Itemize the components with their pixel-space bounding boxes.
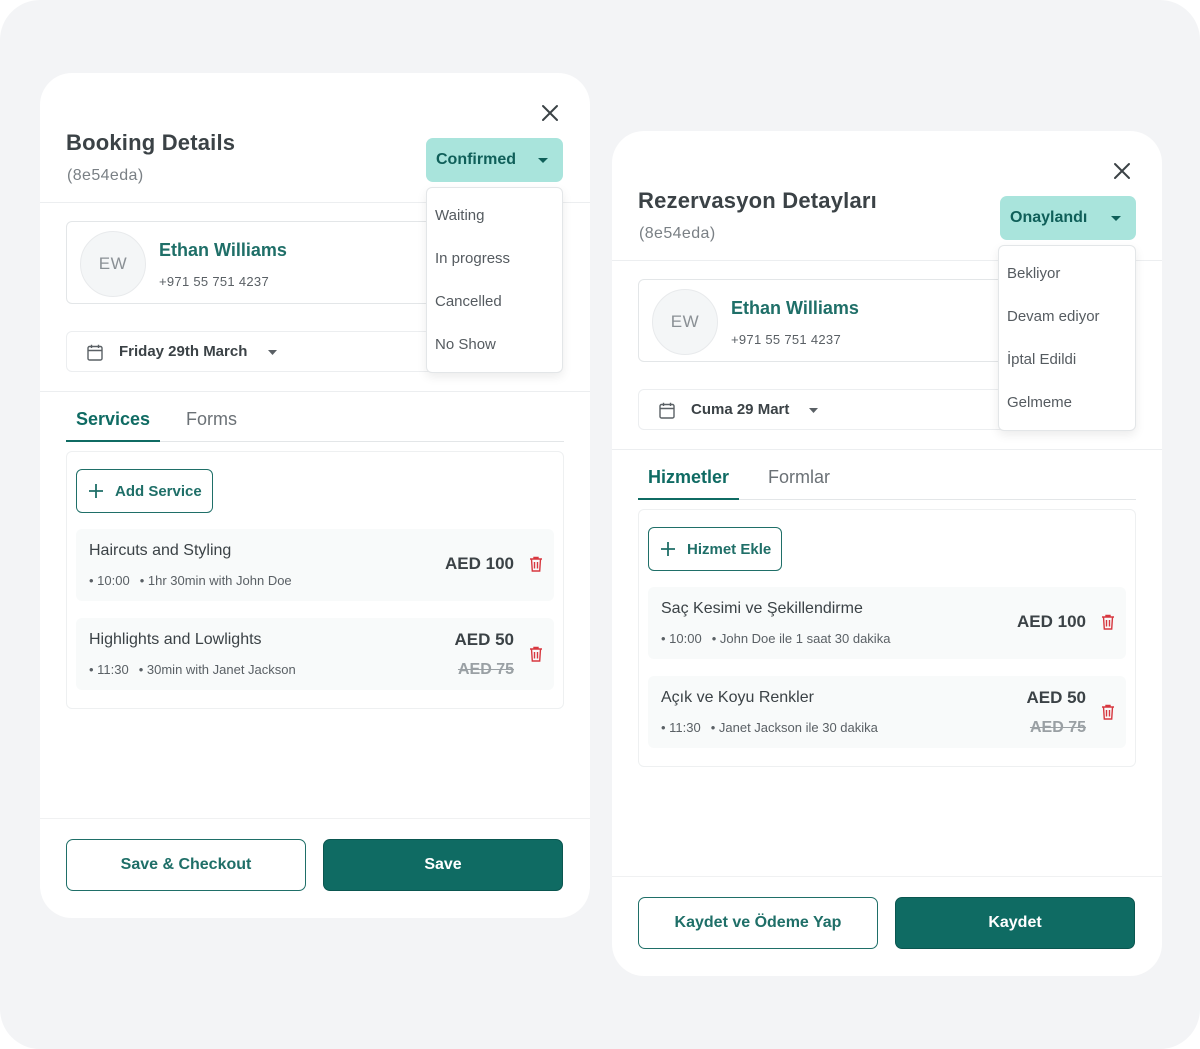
service-detail: • John Doe ile 1 saat 30 dakika (711, 631, 891, 646)
status-dropdown-button[interactable]: Confirmed (426, 138, 563, 182)
avatar: EW (80, 231, 146, 297)
service-name: Saç Kesimi ve Şekillendirme (661, 600, 863, 617)
tab-forms[interactable]: Formlar (758, 458, 840, 500)
status-option-cancelled[interactable]: Cancelled (427, 280, 562, 323)
status-option-waiting[interactable]: Waiting (427, 194, 562, 237)
trash-icon[interactable] (1101, 704, 1115, 720)
service-price: AED 100 (445, 554, 514, 573)
tab-services[interactable]: Hizmetler (638, 458, 740, 500)
date-picker[interactable]: Cuma 29 Mart (638, 389, 1058, 430)
service-time: • 10:00 (661, 631, 702, 646)
canvas: Booking Details (8e54eda) Confirmed Wait… (0, 0, 1200, 1049)
service-item[interactable]: Açık ve Koyu Renkler • 11:30 • Janet Jac… (648, 676, 1126, 748)
service-item[interactable]: Haircuts and Styling • 10:00 • 1hr 30min… (76, 529, 554, 601)
status-label: Confirmed (436, 151, 516, 168)
tab-forms[interactable]: Forms (176, 400, 247, 442)
service-name: Haircuts and Styling (89, 542, 232, 559)
trash-icon[interactable] (1101, 614, 1115, 630)
trash-icon[interactable] (529, 556, 543, 572)
client-card[interactable]: EW Ethan Williams +971 55 751 4237 (66, 221, 486, 304)
save-checkout-button[interactable]: Save & Checkout (66, 839, 306, 891)
client-name: Ethan Williams (731, 298, 859, 318)
service-name: Highlights and Lowlights (89, 631, 262, 648)
footer: Kaydet ve Ödeme Yap Kaydet (612, 876, 1162, 976)
booking-id: (8e54eda) (639, 225, 716, 242)
service-price: AED 50 (1026, 688, 1086, 707)
calendar-icon (659, 402, 675, 419)
booking-id: (8e54eda) (67, 167, 144, 184)
avatar: EW (652, 289, 718, 355)
service-original-price: AED 75 (1029, 719, 1086, 736)
divider (612, 449, 1162, 450)
service-meta: • 11:30 • Janet Jackson ile 30 dakika (661, 720, 878, 735)
calendar-icon (87, 344, 103, 361)
add-service-label: Add Service (115, 482, 202, 500)
services-list: Add Service Haircuts and Styling • 10:00… (66, 451, 564, 709)
caret-down-icon (809, 408, 818, 413)
service-name: Açık ve Koyu Renkler (661, 689, 814, 706)
service-price: AED 100 (1017, 612, 1086, 631)
service-original-price: AED 75 (457, 661, 514, 678)
services-list: Hizmet Ekle Saç Kesimi ve Şekillendirme … (638, 509, 1136, 767)
date-label: Cuma 29 Mart (691, 401, 790, 418)
client-phone: +971 55 751 4237 (731, 332, 841, 347)
page-title: Booking Details (66, 130, 236, 155)
service-time: • 11:30 (661, 720, 701, 735)
status-label: Onaylandı (1010, 209, 1088, 226)
save-button[interactable]: Kaydet (895, 897, 1135, 949)
divider (40, 391, 590, 392)
client-phone: +971 55 751 4237 (159, 274, 269, 289)
caret-down-icon (1111, 216, 1121, 221)
add-service-button[interactable]: Add Service (76, 469, 213, 513)
booking-details-panel-en: Booking Details (8e54eda) Confirmed Wait… (40, 73, 590, 918)
add-service-button[interactable]: Hizmet Ekle (648, 527, 783, 571)
service-time: • 11:30 (89, 662, 129, 677)
status-option-no-show[interactable]: Gelmeme (999, 381, 1135, 424)
client-name: Ethan Williams (159, 240, 287, 260)
status-option-no-show[interactable]: No Show (427, 323, 562, 366)
tab-services[interactable]: Services (66, 400, 161, 442)
tabs: Hizmetler Formlar (638, 458, 1136, 500)
date-picker[interactable]: Friday 29th March (66, 331, 486, 372)
client-card[interactable]: EW Ethan Williams +971 55 751 4237 (638, 279, 1058, 362)
service-price: AED 50 (454, 630, 514, 649)
page-title: Rezervasyon Detayları (638, 188, 877, 213)
status-dropdown-button[interactable]: Onaylandı (1000, 196, 1136, 240)
service-detail: • Janet Jackson ile 30 dakika (710, 720, 878, 735)
service-meta: • 10:00 • 1hr 30min with John Doe (89, 573, 292, 588)
close-icon[interactable] (1112, 161, 1132, 181)
close-icon[interactable] (540, 103, 560, 123)
date-label: Friday 29th March (119, 343, 248, 360)
plus-icon (89, 484, 103, 498)
status-option-in-progress[interactable]: Devam ediyor (999, 295, 1135, 338)
caret-down-icon (268, 350, 277, 355)
service-detail: • 1hr 30min with John Doe (139, 573, 292, 588)
status-option-cancelled[interactable]: İptal Edildi (999, 338, 1135, 381)
status-dropdown-menu: Bekliyor Devam ediyor İptal Edildi Gelme… (998, 245, 1136, 431)
plus-icon (661, 542, 675, 556)
trash-icon[interactable] (529, 646, 543, 662)
tabs: Services Forms (66, 400, 564, 442)
service-meta: • 10:00 • John Doe ile 1 saat 30 dakika (661, 631, 890, 646)
service-meta: • 11:30 • 30min with Janet Jackson (89, 662, 296, 677)
service-item[interactable]: Saç Kesimi ve Şekillendirme • 10:00 • Jo… (648, 587, 1126, 659)
add-service-label: Hizmet Ekle (687, 540, 772, 558)
status-option-waiting[interactable]: Bekliyor (999, 252, 1135, 295)
service-item[interactable]: Highlights and Lowlights • 11:30 • 30min… (76, 618, 554, 690)
status-option-in-progress[interactable]: In progress (427, 237, 562, 280)
status-dropdown-menu: Waiting In progress Cancelled No Show (426, 187, 563, 373)
booking-details-panel-tr: Rezervasyon Detayları (8e54eda) Onayland… (612, 131, 1162, 976)
footer: Save & Checkout Save (40, 818, 590, 918)
service-detail: • 30min with Janet Jackson (138, 662, 296, 677)
save-checkout-button[interactable]: Kaydet ve Ödeme Yap (638, 897, 878, 949)
caret-down-icon (538, 158, 548, 163)
service-time: • 10:00 (89, 573, 130, 588)
save-button[interactable]: Save (323, 839, 563, 891)
